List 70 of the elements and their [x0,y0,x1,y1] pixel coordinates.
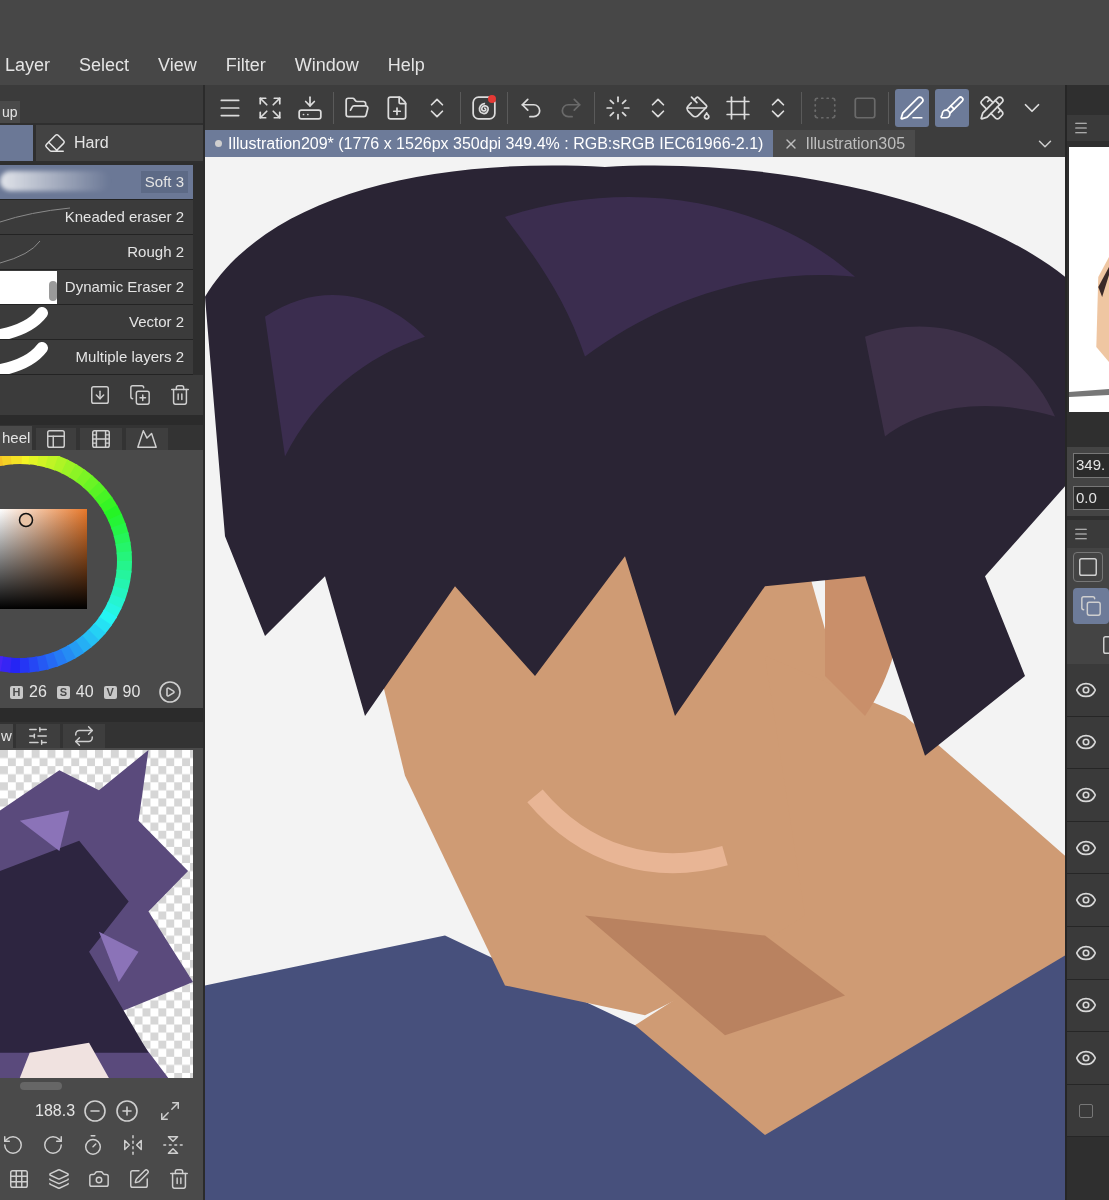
thin-stroke-preview [0,241,41,264]
sub-tool-tab[interactable]: Hard [36,125,203,161]
brush-item[interactable]: Multiple layers 2 [0,340,193,375]
brush-item[interactable]: Vector 2 [0,305,193,340]
copy-icon[interactable] [1073,588,1109,624]
menu-item[interactable]: Select [79,51,130,79]
duplicate-icon[interactable] [129,384,151,406]
channel-label: H [10,685,23,699]
scrollbar-thumb[interactable] [20,1082,62,1090]
thick-stroke-preview [0,340,50,374]
rotate-right-icon[interactable] [42,1134,64,1156]
square-icon[interactable] [1073,552,1103,582]
panel-tab[interactable]: w [0,724,13,748]
menu-item[interactable]: Filter [225,51,266,79]
camera-icon[interactable] [88,1168,110,1190]
menu-item[interactable]: View [158,51,197,79]
channel-value: 40 [75,682,94,702]
panel-menu-icon[interactable] [1073,120,1089,136]
layer-row[interactable] [1067,926,1109,980]
fit-icon[interactable] [159,1100,182,1122]
palette-tab-icon[interactable] [36,428,77,450]
import-icon[interactable] [89,384,111,406]
channel-label: V [103,685,117,699]
layer-row[interactable] [1067,979,1109,1033]
panel-menu-icon[interactable] [1073,526,1089,542]
repeat-tab-icon[interactable] [62,724,105,748]
film-tab-icon[interactable] [80,428,123,450]
stroke-preview [0,271,57,304]
zoom-in-icon[interactable] [115,1099,140,1123]
brush-item[interactable]: Rough 2 [0,235,193,270]
mountain-tab-icon[interactable] [126,428,169,450]
flip-horizontal-icon[interactable] [122,1134,144,1156]
layer-row[interactable] [1067,821,1109,875]
document-tab[interactable]: Illustration209* (1776 x 1526px 350dpi 349.4% : RGB:sRGB IEC61966-2.1) [205,130,774,157]
zoom-out-icon[interactable] [83,1099,108,1123]
brush-item[interactable]: Kneaded eraser 2 [0,200,193,235]
zoom-value: 188.3 [35,1101,76,1121]
menu-item[interactable]: Layer [5,51,51,79]
thick-stroke-preview [0,305,50,339]
brush-item[interactable]: Dynamic Eraser 2 [0,270,193,305]
panel-tab[interactable]: up [0,101,20,123]
visibility-checkbox[interactable] [1079,1103,1093,1118]
reset-rotation-icon[interactable] [82,1134,104,1156]
layer-row[interactable] [1067,716,1109,770]
menu-item[interactable]: Window [294,51,359,79]
zoom-field[interactable]: 349. [1073,453,1109,478]
rotate-left-icon[interactable] [2,1134,24,1156]
eraser-icon [44,132,66,154]
layers-icon[interactable] [48,1168,70,1190]
edit-icon[interactable] [128,1168,150,1190]
grid-icon[interactable] [8,1168,30,1190]
angle-field[interactable]: 0.0 [1073,485,1109,510]
channel-value: 90 [122,682,141,702]
menu-item[interactable]: Help [387,51,425,79]
color-wheel[interactable] [0,456,133,676]
channel-value: 26 [29,682,47,702]
layer-row[interactable] [1067,1032,1109,1085]
flip-vertical-icon[interactable] [162,1134,184,1156]
play-icon[interactable] [158,680,183,704]
brush-icon[interactable] [935,88,969,127]
trash-icon[interactable] [168,1168,190,1190]
layer-row[interactable] [1067,874,1109,927]
brush-item[interactable]: Soft 3 [0,165,193,200]
panel-tab[interactable]: heel [0,426,33,450]
document-tab[interactable]: Illustration305 [773,130,916,157]
layer-row[interactable] [1067,664,1109,717]
sliders-tab-icon[interactable] [15,724,60,748]
channel-label: S [56,685,70,699]
layer-row[interactable] [1067,769,1109,822]
trash-icon[interactable] [169,384,191,406]
